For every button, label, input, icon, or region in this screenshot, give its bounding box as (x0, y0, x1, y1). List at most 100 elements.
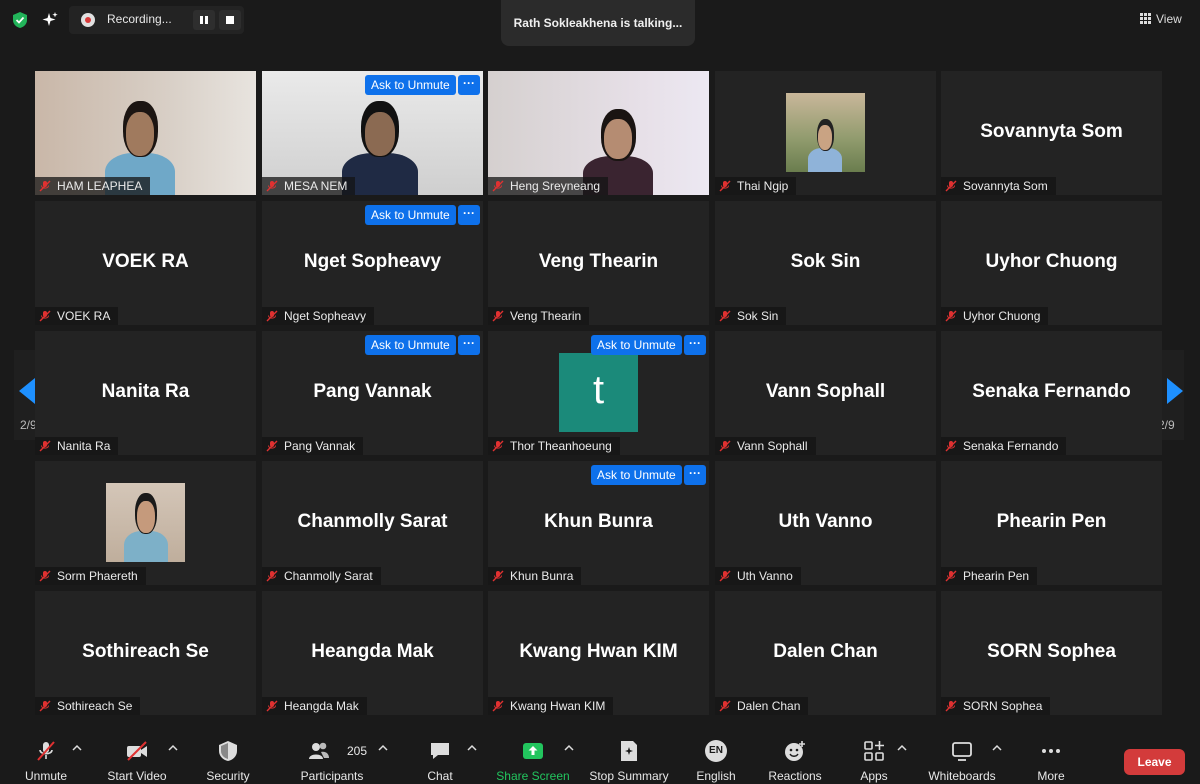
apps-label: Apps (860, 769, 888, 783)
english-button[interactable]: EN English (692, 730, 740, 784)
participant-tile[interactable]: MESA NEM Ask to Unmute ··· (262, 71, 483, 195)
ask-to-unmute-button[interactable]: Ask to Unmute (365, 335, 456, 355)
participant-name-tag: Pang Vannak (262, 437, 364, 455)
unmute-button[interactable]: Unmute (15, 730, 77, 784)
shield-icon[interactable] (12, 11, 28, 29)
participant-tile[interactable]: Uyhor Chuong Uyhor Chuong (941, 201, 1162, 325)
participant-tile[interactable]: Nget Sopheavy Nget Sopheavy Ask to Unmute ·… (262, 201, 483, 325)
tile-more-options-button[interactable]: ··· (684, 335, 706, 355)
participant-display-name: Kwang Hwan KIM (519, 641, 678, 662)
participant-tile[interactable]: VOEK RA VOEK RA (35, 201, 256, 325)
chevron-up-icon[interactable] (564, 744, 574, 752)
participant-count: 205 (347, 744, 368, 758)
participant-name: Khun Bunra (510, 569, 574, 583)
view-button[interactable]: View (1134, 8, 1190, 30)
participant-tile[interactable]: Heangda Mak Heangda Mak (262, 591, 483, 715)
whiteboards-button[interactable]: Whiteboards (922, 730, 1002, 784)
profile-photo (106, 483, 185, 562)
participant-tile[interactable]: SORN Sophea SORN Sophea (941, 591, 1162, 715)
muted-mic-icon (719, 700, 731, 712)
participant-display-name: Heangda Mak (311, 641, 434, 662)
participant-tile[interactable]: Senaka Fernando Senaka Fernando (941, 331, 1162, 455)
chevron-up-icon[interactable] (168, 744, 178, 752)
participant-name-tag: SORN Sophea (941, 697, 1051, 715)
participant-tile[interactable]: Chanmolly Sarat Chanmolly Sarat (262, 461, 483, 585)
reactions-button[interactable]: Reactions (765, 730, 825, 784)
participant-tile[interactable]: Dalen Chan Dalen Chan (715, 591, 936, 715)
leave-button[interactable]: Leave (1124, 749, 1185, 775)
tile-more-options-button[interactable]: ··· (458, 205, 480, 225)
security-button[interactable]: Security (198, 730, 258, 784)
ask-to-unmute-button[interactable]: Ask to Unmute (365, 205, 456, 225)
participant-name: Heng Sreyneang (510, 179, 601, 193)
stop-recording-button[interactable] (219, 10, 241, 30)
participant-tile[interactable]: Sorm Phaereth (35, 461, 256, 585)
tile-more-options-button[interactable]: ··· (458, 335, 480, 355)
participant-tile[interactable]: Vann Sophall Vann Sophall (715, 331, 936, 455)
apps-button[interactable]: Apps (850, 730, 898, 784)
ai-companion-icon[interactable] (41, 11, 59, 29)
arrow-left-icon (19, 378, 35, 404)
participant-tile[interactable]: Veng Thearin Veng Thearin (488, 201, 709, 325)
chevron-up-icon[interactable] (992, 744, 1002, 752)
muted-mic-icon (39, 180, 51, 192)
participant-tile[interactable]: Nanita Ra Nanita Ra (35, 331, 256, 455)
participant-tile[interactable]: Uth Vanno Uth Vanno (715, 461, 936, 585)
tile-more-options-button[interactable]: ··· (458, 75, 480, 95)
participants-icon (309, 742, 329, 759)
participants-label: Participants (300, 769, 364, 783)
chat-button[interactable]: Chat (418, 730, 462, 784)
muted-mic-icon (39, 440, 51, 452)
video-off-icon (127, 741, 147, 761)
participant-tile[interactable]: Sok Sin Sok Sin (715, 201, 936, 325)
participant-name-tag: Phearin Pen (941, 567, 1038, 585)
participant-name: Chanmolly Sarat (284, 569, 373, 583)
more-button[interactable]: More (1026, 730, 1076, 784)
start-video-button[interactable]: Start Video (100, 730, 174, 784)
participant-name-tag: Kwang Hwan KIM (488, 697, 614, 715)
share-screen-icon (523, 743, 543, 759)
summary-icon (621, 741, 637, 761)
participant-tile[interactable]: Phearin Pen Phearin Pen (941, 461, 1162, 585)
participant-name: VOEK RA (57, 309, 111, 323)
participant-tile[interactable]: t Thor Theanhoeung Ask to Unmute ··· (488, 331, 709, 455)
chevron-up-icon[interactable] (72, 744, 82, 752)
muted-mic-icon (719, 310, 731, 322)
participant-tile[interactable]: Pang Vannak Pang Vannak Ask to Unmute ··· (262, 331, 483, 455)
participant-name: Thor Theanhoeung (510, 439, 612, 453)
english-label: English (696, 769, 736, 783)
participant-tile[interactable]: Heng Sreyneang (488, 71, 709, 195)
whiteboard-icon (952, 742, 972, 761)
muted-mic-icon (266, 310, 278, 322)
chat-label: Chat (427, 769, 453, 783)
participant-tile[interactable]: Khun Bunra Khun Bunra Ask to Unmute ··· (488, 461, 709, 585)
avatar: t (559, 353, 638, 432)
share-screen-button[interactable]: Share Screen (494, 730, 572, 784)
participant-display-name: Chanmolly Sarat (297, 511, 448, 532)
participant-name-tag: Chanmolly Sarat (262, 567, 381, 585)
shield-icon (219, 741, 237, 761)
participant-display-name: Uth Vanno (778, 511, 873, 532)
participant-tile[interactable]: Sothireach Se Sothireach Se (35, 591, 256, 715)
language-icon: EN (705, 740, 727, 762)
participant-name: HAM LEAPHEA (57, 179, 143, 193)
participant-tile[interactable]: Sovannyta Som Sovannyta Som (941, 71, 1162, 195)
tile-more-options-button[interactable]: ··· (684, 465, 706, 485)
participant-name-tag: HAM LEAPHEA (35, 177, 151, 195)
participant-name-tag: Uth Vanno (715, 567, 801, 585)
stop-summary-button[interactable]: Stop Summary (586, 730, 672, 784)
chevron-up-icon[interactable] (467, 744, 477, 752)
ask-to-unmute-button[interactable]: Ask to Unmute (591, 335, 682, 355)
participant-tile[interactable]: Kwang Hwan KIM Kwang Hwan KIM (488, 591, 709, 715)
participants-button[interactable]: 205 Participants (295, 730, 369, 784)
ask-to-unmute-button[interactable]: Ask to Unmute (365, 75, 456, 95)
participant-name: Sothireach Se (57, 699, 133, 713)
participant-tile[interactable]: Thai Ngip (715, 71, 936, 195)
participant-tile[interactable]: HAM LEAPHEA (35, 71, 256, 195)
participant-display-name: Vann Sophall (765, 381, 886, 402)
ask-to-unmute-button[interactable]: Ask to Unmute (591, 465, 682, 485)
chevron-up-icon[interactable] (378, 744, 388, 752)
participant-name-tag: Uyhor Chuong (941, 307, 1049, 325)
chevron-up-icon[interactable] (897, 744, 907, 752)
pause-recording-button[interactable] (193, 10, 215, 30)
